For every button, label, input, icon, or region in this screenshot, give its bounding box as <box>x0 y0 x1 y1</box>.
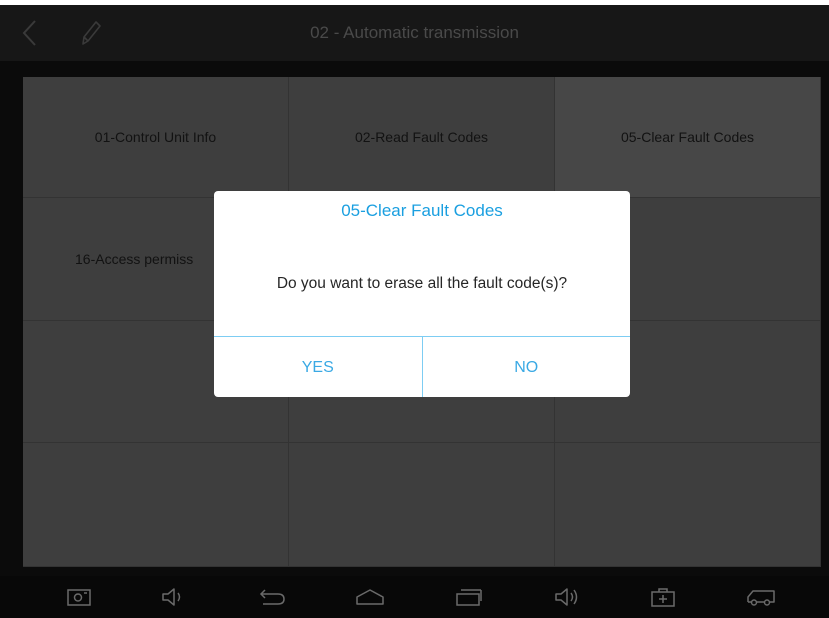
dialog-title: 05-Clear Fault Codes <box>341 201 503 220</box>
no-button[interactable]: NO <box>423 337 631 397</box>
tablet-screen: 02 - Automatic transmission 01-Control U… <box>0 5 829 618</box>
dialog-message: Do you want to erase all the fault code(… <box>276 275 568 292</box>
yes-button[interactable]: YES <box>214 337 423 397</box>
clear-fault-codes-dialog: 05-Clear Fault Codes Do you want to eras… <box>214 191 630 397</box>
dialog-actions: YES NO <box>214 336 630 397</box>
modal-overlay: 05-Clear Fault Codes Do you want to eras… <box>0 5 829 618</box>
